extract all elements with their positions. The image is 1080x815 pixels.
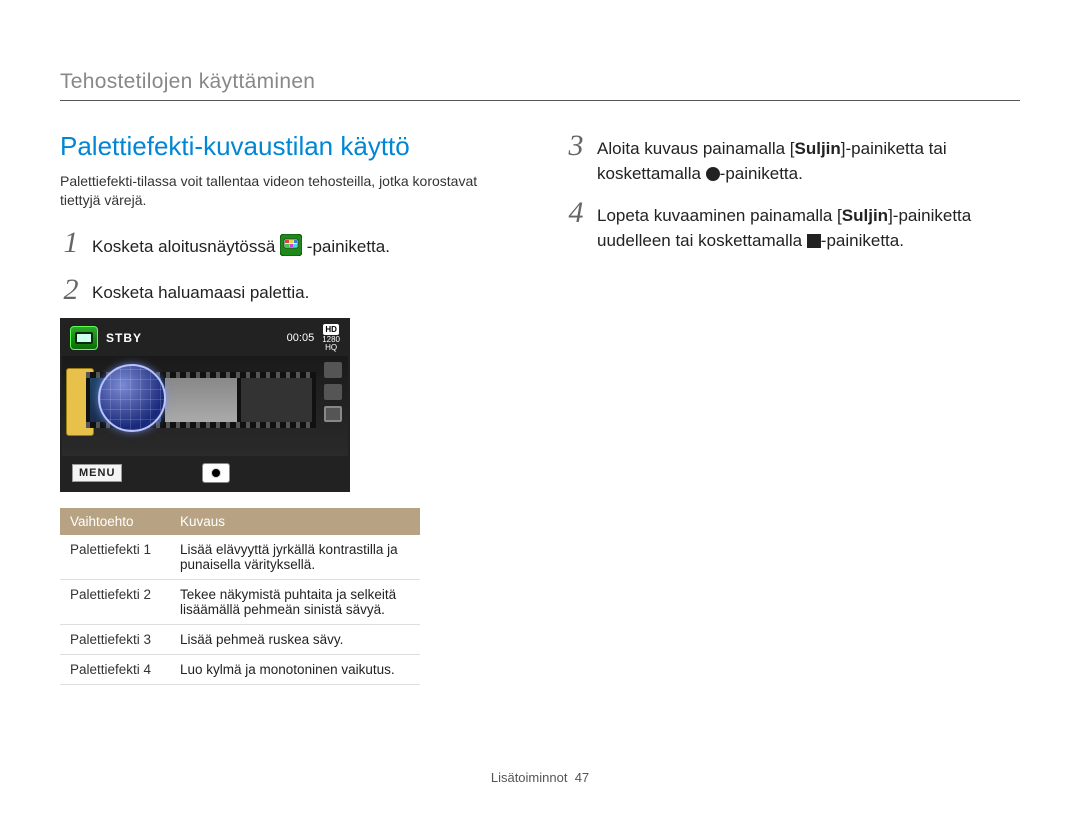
film-frame (165, 378, 236, 422)
camera-preview: STBY 00:05 HD 1280 HQ (60, 318, 350, 492)
microphone-icon (324, 406, 342, 422)
step-text-after: -painiketta. (307, 237, 390, 256)
camera-side-icons (324, 362, 342, 422)
content-columns: Palettiefekti-kuvaustilan käyttö Paletti… (60, 131, 1020, 685)
globe-selector-icon (98, 364, 166, 432)
footer-page-number: 47 (575, 770, 589, 785)
option-cell: Palettiefekti 1 (60, 535, 170, 580)
section-title: Tehostetilojen käyttäminen (60, 70, 1020, 94)
table-row: Palettiefekti 2 Tekee näkymistä puhtaita… (60, 580, 420, 625)
option-cell: Palettiefekti 2 (60, 580, 170, 625)
fps-icon (324, 384, 342, 400)
table-header-option: Vaihtoehto (60, 508, 170, 535)
left-column: Palettiefekti-kuvaustilan käyttö Paletti… (60, 131, 515, 685)
step-1: 1 Kosketa aloitusnäytössä (60, 228, 515, 264)
step-number: 2 (60, 275, 82, 305)
options-table: Vaihtoehto Kuvaus Palettiefekti 1 Lisää … (60, 508, 420, 685)
recording-timer: 00:05 (287, 332, 315, 344)
page-heading: Palettiefekti-kuvaustilan käyttö (60, 131, 515, 162)
resolution-label: 1280 HQ (322, 336, 340, 352)
record-button[interactable] (202, 463, 230, 483)
page-footer: Lisätoiminnot 47 (0, 770, 1080, 785)
step-bold: Suljin (842, 206, 888, 225)
record-dot-icon (211, 468, 221, 478)
palette-icon (280, 234, 302, 264)
record-dot-icon (706, 167, 720, 181)
footer-label: Lisätoiminnot (491, 770, 568, 785)
description-cell: Lisää elävyyttä jyrkällä kontrastilla ja… (170, 535, 420, 580)
camera-top-bar: STBY 00:05 HD 1280 HQ (62, 320, 348, 356)
table-row: Palettiefekti 4 Luo kylmä ja monotoninen… (60, 655, 420, 685)
step-bold: Suljin (795, 139, 841, 158)
section-divider (60, 100, 1020, 101)
right-column: 3 Aloita kuvaus painamalla [Suljin]-pain… (565, 131, 1020, 685)
stby-label: STBY (106, 331, 142, 345)
step-3: 3 Aloita kuvaus painamalla [Suljin]-pain… (565, 131, 1020, 186)
step-number: 1 (60, 228, 82, 258)
step-text: Aloita kuvaus painamalla [Suljin]-painik… (597, 131, 1020, 186)
step-text: Kosketa haluamaasi palettia. (92, 275, 309, 306)
step-number: 4 (565, 198, 587, 228)
stop-square-icon (807, 234, 821, 248)
description-cell: Lisää pehmeä ruskea sävy. (170, 625, 420, 655)
res-bottom: HQ (325, 343, 337, 352)
step-text-part: Lopeta kuvaaminen painamalla [ (597, 206, 842, 225)
step-2: 2 Kosketa haluamaasi palettia. (60, 275, 515, 306)
step-text-part: -painiketta. (821, 231, 904, 250)
sd-card-icon (324, 362, 342, 378)
step-4: 4 Lopeta kuvaaminen painamalla [Suljin]-… (565, 198, 1020, 253)
step-text-part: -painiketta. (720, 164, 803, 183)
step-text-before: Kosketa aloitusnäytössä (92, 237, 280, 256)
lead-paragraph: Palettiefekti-tilassa voit tallentaa vid… (60, 172, 515, 210)
table-row: Palettiefekti 3 Lisää pehmeä ruskea sävy… (60, 625, 420, 655)
mode-badge-icon (70, 326, 98, 350)
description-cell: Tekee näkymistä puhtaita ja selkeitä lis… (170, 580, 420, 625)
step-text: Kosketa aloitusnäytössä (92, 228, 390, 264)
menu-button[interactable]: MENU (72, 464, 122, 482)
step-text-part: Aloita kuvaus painamalla [ (597, 139, 795, 158)
step-number: 3 (565, 131, 587, 161)
document-page: Tehostetilojen käyttäminen Palettiefekti… (0, 0, 1080, 815)
camera-viewport (62, 356, 348, 456)
step-text: Lopeta kuvaaminen painamalla [Suljin]-pa… (597, 198, 1020, 253)
film-frame (241, 378, 312, 422)
option-cell: Palettiefekti 4 (60, 655, 170, 685)
hd-badge: HD (323, 324, 339, 335)
description-cell: Luo kylmä ja monotoninen vaikutus. (170, 655, 420, 685)
camera-bottom-bar: MENU (62, 456, 348, 490)
table-row: Palettiefekti 1 Lisää elävyyttä jyrkällä… (60, 535, 420, 580)
table-header-description: Kuvaus (170, 508, 420, 535)
option-cell: Palettiefekti 3 (60, 625, 170, 655)
